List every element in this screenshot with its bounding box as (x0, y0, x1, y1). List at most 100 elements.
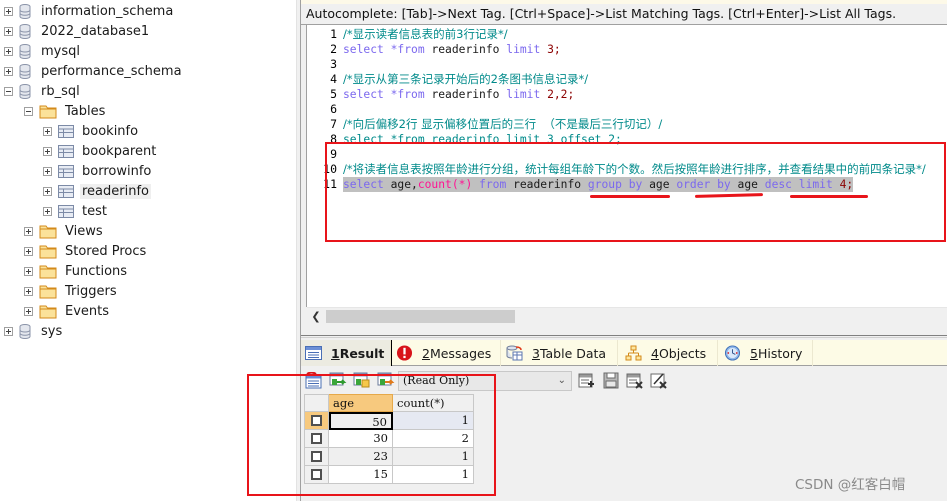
table-data-icon (506, 345, 523, 361)
db-label: rb_sql (41, 83, 80, 99)
sql-keyword: select (343, 88, 384, 101)
expand-icon[interactable] (4, 26, 13, 36)
folder-node-views[interactable]: Views (24, 221, 105, 241)
sql-keyword: limit (506, 88, 541, 101)
db-node-2022-database1[interactable]: 2022_database1 (4, 21, 151, 41)
folder-label: Views (65, 223, 103, 239)
code-line-4: /*显示从第三条记录开始后的2条图书信息记录*/ (343, 72, 588, 87)
expand-icon[interactable] (24, 266, 33, 276)
line-number: 2 (330, 42, 337, 56)
sql-comment: /*显示读者信息表的前3行记录*/ (343, 27, 508, 41)
tab-number: 2 (422, 345, 430, 361)
sql-keyword: from (397, 88, 425, 101)
folder-icon (39, 285, 57, 298)
line-number: 4 (330, 72, 337, 86)
expand-icon[interactable] (4, 6, 13, 16)
scroll-thumb[interactable] (326, 310, 515, 323)
tab-label: Messages (429, 345, 492, 361)
annotation-underline-desc-limit (790, 195, 868, 198)
table-icon (58, 164, 74, 178)
tab-table-data[interactable]: 3 Table Data (501, 340, 618, 366)
db-node-rb-sql[interactable]: rb_sql (4, 81, 82, 101)
tab-label: Result (339, 345, 385, 361)
tab-objects[interactable]: 4 Objects (618, 340, 718, 366)
db-label: 2022_database1 (41, 23, 150, 39)
table-node-readerinfo[interactable]: readerinfo (43, 181, 151, 201)
watermark: CSDN @红客白帽 (795, 477, 906, 493)
folder-label: Functions (65, 263, 128, 279)
editor-horizontal-scrollbar[interactable]: ❮ (307, 307, 947, 324)
database-icon (19, 23, 31, 39)
folder-node-triggers[interactable]: Triggers (24, 281, 119, 301)
sql-number: 3; (540, 43, 561, 56)
folder-icon (39, 305, 57, 318)
sql-identifier: readerinfo (424, 88, 507, 101)
folder-node-tables[interactable]: Tables (24, 101, 107, 121)
expand-icon[interactable] (43, 206, 52, 216)
database-icon (19, 83, 31, 99)
expand-icon[interactable] (24, 246, 33, 256)
add-row-icon[interactable] (578, 372, 596, 389)
code-line-2: select *from readerinfo limit 3; (343, 42, 561, 57)
sql-keyword: from (397, 43, 425, 56)
expand-icon[interactable] (24, 226, 33, 236)
tab-label: History (757, 345, 803, 361)
folder-icon (39, 245, 57, 258)
tab-number: 3 (532, 345, 540, 361)
line-number: 6 (330, 102, 337, 116)
db-node-performance-schema[interactable]: performance_schema (4, 61, 184, 81)
database-icon (19, 63, 31, 79)
result-tabs: 1 Result 2 Messages 3 Table Data 4 Objec… (301, 340, 947, 366)
panel-splitter[interactable] (301, 335, 947, 338)
folder-node-functions[interactable]: Functions (24, 261, 129, 281)
database-icon (19, 43, 31, 59)
folder-icon (39, 105, 57, 118)
db-node-mysql[interactable]: mysql (4, 41, 82, 61)
save-icon[interactable] (602, 372, 620, 389)
code-line-5: select *from readerinfo limit 2,2; (343, 87, 574, 102)
code-line-1: /*显示读者信息表的前3行记录*/ (343, 27, 508, 42)
db-node-sys[interactable]: sys (4, 321, 64, 341)
expand-icon[interactable] (43, 186, 52, 196)
sql-comment: /*向后偏移2行 显示偏移位置后的三行 （不是最后三行切记）/ (343, 117, 663, 131)
result-grid-icon (305, 346, 322, 360)
expand-icon[interactable] (4, 326, 13, 336)
tab-history[interactable]: 5 History (718, 340, 813, 366)
code-line-7: /*向后偏移2行 显示偏移位置后的三行 （不是最后三行切记）/ (343, 117, 662, 132)
tab-messages[interactable]: 2 Messages (391, 340, 501, 366)
table-node-test[interactable]: test (43, 201, 109, 221)
db-label: information_schema (41, 3, 174, 19)
table-node-borrowinfo[interactable]: borrowinfo (43, 161, 153, 181)
folder-label: Triggers (65, 283, 117, 299)
expand-icon[interactable] (24, 286, 33, 296)
tab-number: 5 (750, 345, 758, 361)
sql-token: * (383, 88, 398, 101)
folder-node-events[interactable]: Events (24, 301, 111, 321)
line-number: 5 (330, 87, 337, 101)
chevron-down-icon: ⌄ (557, 375, 566, 386)
sql-keyword: select (343, 43, 384, 56)
db-label: sys (41, 323, 63, 339)
table-node-bookinfo[interactable]: bookinfo (43, 121, 140, 141)
expand-icon[interactable] (43, 126, 52, 136)
folder-node-stored-procs[interactable]: Stored Procs (24, 241, 148, 261)
collapse-icon[interactable] (4, 86, 13, 96)
annotation-box-result (247, 374, 496, 496)
folder-label: Stored Procs (65, 243, 147, 259)
expand-icon[interactable] (4, 46, 13, 56)
tab-result[interactable]: 1 Result (301, 340, 391, 366)
table-icon (58, 204, 74, 218)
table-label: readerinfo (80, 183, 151, 199)
scroll-left-icon[interactable]: ❮ (309, 309, 323, 324)
table-node-bookparent[interactable]: bookparent (43, 141, 158, 161)
db-node-information-schema[interactable]: information_schema (4, 1, 175, 21)
collapse-icon[interactable] (24, 106, 33, 116)
cancel-edit-icon[interactable] (650, 372, 668, 389)
delete-row-icon[interactable] (626, 372, 644, 389)
expand-icon[interactable] (43, 166, 52, 176)
sql-keyword: limit (506, 43, 541, 56)
expand-icon[interactable] (4, 66, 13, 76)
expand-icon[interactable] (43, 146, 52, 156)
expand-icon[interactable] (24, 306, 33, 316)
folder-label: Events (65, 303, 110, 319)
